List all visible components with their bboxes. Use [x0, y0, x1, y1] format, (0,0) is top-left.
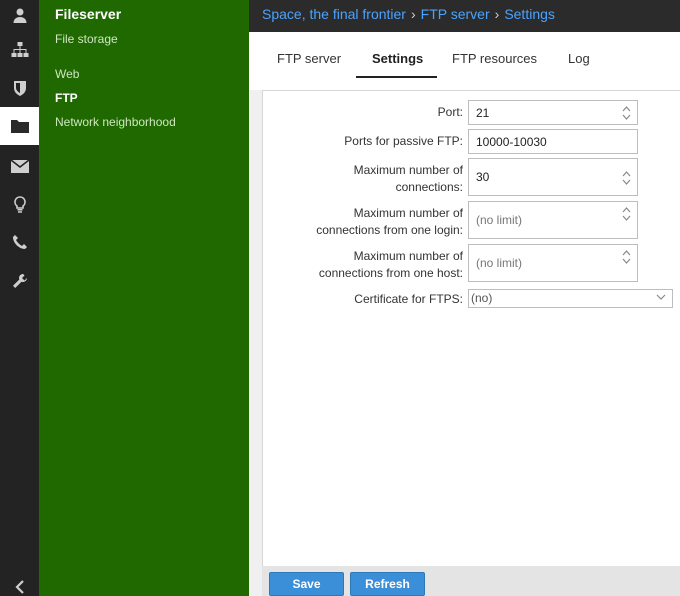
max-host-placeholder: (no limit)	[476, 256, 523, 270]
max-connections-field[interactable]: 30	[468, 158, 638, 196]
max-connections-label-line-2: connections:	[395, 180, 463, 194]
nav-item-web[interactable]: Web	[55, 67, 79, 81]
max-login-label-line-2: connections from one login:	[316, 223, 463, 237]
max-login-connections-label: Maximum number of connections from one l…	[316, 205, 463, 239]
max-host-connections-label: Maximum number of connections from one h…	[319, 248, 463, 282]
icon-rail	[0, 0, 39, 596]
nav-item-network-neighborhood[interactable]: Network neighborhood	[55, 115, 176, 129]
section-nav: Fileserver File storage Web FTP Network …	[39, 0, 249, 596]
active-tab-indicator	[356, 76, 437, 78]
max-connections-value: 30	[476, 170, 490, 184]
tab-log[interactable]: Log	[568, 51, 590, 66]
nav-subtitle[interactable]: File storage	[55, 32, 118, 46]
phone-icon[interactable]	[0, 223, 39, 261]
passive-ports-field[interactable]: 10000-10030	[468, 129, 638, 154]
passive-ports-label: Ports for passive FTP:	[344, 134, 463, 148]
max-login-placeholder: (no limit)	[476, 213, 523, 227]
wrench-icon[interactable]	[0, 262, 39, 300]
port-label: Port:	[437, 105, 463, 119]
mail-icon[interactable]	[0, 147, 39, 185]
max-login-connections-field[interactable]: (no limit)	[468, 201, 638, 239]
breadcrumb-item-settings[interactable]: Settings	[504, 6, 555, 22]
tab-bar: FTP server Settings FTP resources Log	[249, 32, 680, 90]
certificate-label: Certificate for FTPS:	[354, 292, 463, 306]
tab-ftp-server[interactable]: FTP server	[277, 51, 341, 66]
chevron-down-icon	[656, 294, 666, 300]
action-bar: Save Refresh	[262, 566, 680, 596]
nav-item-ftp[interactable]: FTP	[55, 91, 78, 105]
top-bar: Space, the final frontier › FTP server › Set…	[249, 0, 680, 32]
max-login-label-line-1: Maximum number of	[353, 206, 463, 220]
breadcrumb-item-ftp-server[interactable]: FTP server	[421, 6, 490, 22]
port-value: 21	[476, 105, 490, 120]
refresh-button[interactable]: Refresh	[350, 572, 425, 596]
tab-settings[interactable]: Settings	[372, 51, 423, 66]
lightbulb-icon[interactable]	[0, 185, 39, 223]
spinner-icon[interactable]	[622, 105, 631, 121]
breadcrumb-separator-icon: ›	[410, 6, 416, 22]
max-connections-label: Maximum number of connections:	[354, 162, 463, 196]
max-host-label-line-2: connections from one host:	[318, 266, 463, 280]
save-button[interactable]: Save	[269, 572, 344, 596]
certificate-select[interactable]: (no)	[468, 289, 673, 308]
network-icon[interactable]	[0, 31, 39, 69]
spinner-icon[interactable]	[622, 249, 631, 265]
breadcrumb-separator-icon: ›	[494, 6, 500, 22]
passive-ports-value: 10000-10030	[476, 134, 547, 149]
port-field[interactable]: 21	[468, 100, 638, 125]
certificate-value: (no)	[471, 291, 493, 305]
folder-icon[interactable]	[0, 107, 39, 145]
nav-title: Fileserver	[55, 6, 122, 22]
tab-ftp-resources[interactable]: FTP resources	[452, 51, 537, 66]
shield-icon[interactable]	[0, 69, 39, 107]
max-host-connections-field[interactable]: (no limit)	[468, 244, 638, 282]
breadcrumb-item-root[interactable]: Space, the final frontier	[262, 6, 406, 22]
collapse-chevron-icon[interactable]	[0, 568, 39, 596]
user-icon[interactable]	[0, 0, 39, 34]
spinner-icon[interactable]	[622, 170, 631, 186]
max-host-label-line-1: Maximum number of	[353, 249, 463, 263]
max-connections-label-line-1: Maximum number of	[353, 163, 463, 177]
breadcrumb: Space, the final frontier › FTP server › Set…	[262, 6, 555, 22]
spinner-icon[interactable]	[622, 206, 631, 222]
